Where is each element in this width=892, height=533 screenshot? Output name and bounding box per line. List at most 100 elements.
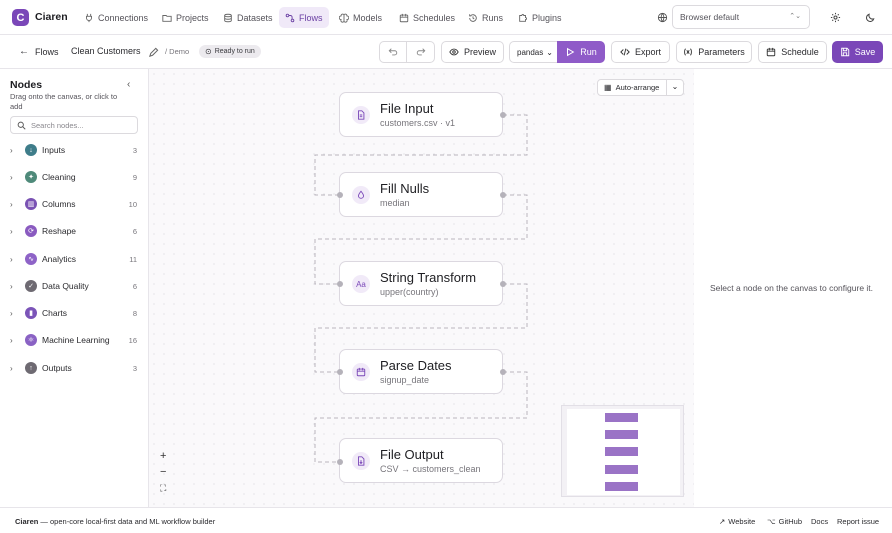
schedule-button[interactable]: Schedule [758, 41, 827, 63]
chevron-down-icon: ⌄ [546, 47, 553, 57]
undo-icon [388, 48, 398, 56]
node-search-input[interactable]: Search nodes... [10, 116, 138, 134]
output-port[interactable] [500, 112, 506, 118]
analytics-icon: ∿ [25, 253, 37, 265]
footer-link-report-issue[interactable]: Report issue [837, 517, 879, 526]
category-label: Machine Learning [42, 335, 110, 345]
text-case-icon: Aa [352, 275, 370, 293]
output-port[interactable] [500, 192, 506, 198]
node-subtitle: signup_date [380, 375, 430, 385]
preview-button[interactable]: Preview [441, 41, 504, 63]
flow-node-fill-nulls[interactable]: Fill Nulls median [339, 172, 503, 217]
save-button[interactable]: Save [832, 41, 883, 63]
node-title: Parse Dates [380, 358, 452, 373]
flow-node-file-output[interactable]: File Output CSV → customers_clean [339, 438, 503, 483]
back-label: Flows [35, 46, 59, 57]
minimap-node [605, 465, 638, 474]
nav-projects[interactable]: Projects [156, 7, 215, 28]
category-count: 6 [132, 281, 137, 291]
preview-label: Preview [463, 47, 496, 57]
nav-runs[interactable]: Runs [462, 7, 509, 28]
engine-select[interactable]: pandas ⌄ [509, 41, 558, 63]
input-port[interactable] [337, 459, 343, 465]
category-count: 11 [129, 254, 137, 264]
pencil-icon[interactable] [146, 45, 160, 59]
nav-plugins[interactable]: Plugins [512, 7, 568, 28]
footer-tagline: — open-core local-first data and ML work… [38, 517, 216, 526]
node-subtitle: upper(country) [380, 287, 439, 297]
flow-node-parse-dates[interactable]: Parse Dates signup_date [339, 349, 503, 394]
variable-icon [684, 48, 693, 56]
calendar-icon [399, 13, 409, 22]
sidebar-item-reshape[interactable]: › ⟳ Reshape 6 [10, 223, 140, 239]
category-count: 8 [132, 308, 137, 318]
nav-connections[interactable]: Connections [78, 7, 154, 28]
category-count: 3 [132, 145, 137, 155]
nav-models[interactable]: Models [333, 7, 388, 28]
cleaning-icon: ✦ [25, 171, 37, 183]
input-port[interactable] [337, 281, 343, 287]
plug-icon [86, 13, 92, 22]
footer-link-docs[interactable]: Docs [811, 517, 828, 526]
flow-node-string-transform[interactable]: Aa String Transform upper(country) [339, 261, 503, 306]
parameters-button[interactable]: Parameters [676, 41, 752, 63]
run-button[interactable]: Run [557, 41, 605, 63]
gear-icon[interactable] [828, 10, 842, 24]
sidebar-item-outputs[interactable]: › ↑ Outputs 3 [10, 360, 140, 376]
zoom-in-button[interactable]: + [160, 450, 166, 462]
code-icon [620, 48, 630, 56]
back-to-flows-link[interactable]: ← Flows [19, 46, 59, 57]
category-count: 16 [128, 335, 137, 345]
bar-chart-icon: ▮ [25, 307, 37, 319]
sidebar-item-analytics[interactable]: › ∿ Analytics 11 [10, 251, 140, 267]
input-port[interactable] [337, 369, 343, 375]
zoom-out-button[interactable]: − [160, 466, 166, 478]
node-subtitle: CSV → customers_clean [380, 464, 481, 474]
fit-view-button[interactable]: ⛶ [160, 483, 166, 494]
app-logo[interactable]: C [12, 9, 29, 26]
canvas-minimap[interactable] [561, 405, 684, 497]
output-port[interactable] [500, 281, 506, 287]
flow-node-file-input[interactable]: File Input customers.csv · v1 [339, 92, 503, 137]
nav-flows[interactable]: Flows [279, 7, 329, 28]
input-port[interactable] [337, 192, 343, 198]
app-name[interactable]: Ciaren [35, 11, 68, 23]
inputs-icon: ↓ [25, 144, 37, 156]
output-port[interactable] [500, 369, 506, 375]
browser-select[interactable]: Browser default ⌃⌄ [672, 5, 810, 29]
export-button[interactable]: Export [611, 41, 670, 63]
sidebar-item-data-quality[interactable]: › ✓ Data Quality 6 [10, 278, 140, 294]
file-icon [352, 106, 370, 124]
project-breadcrumb[interactable]: / Demo [165, 47, 189, 56]
minimap-node [605, 482, 638, 491]
chevron-left-icon[interactable]: ‹ [127, 79, 130, 90]
nav-label: Runs [482, 12, 504, 23]
footer-link-website[interactable]: ↗ Website [719, 517, 755, 526]
puzzle-icon [519, 13, 527, 22]
chevron-right-icon: › [10, 281, 13, 291]
sidebar-item-columns[interactable]: › ▥ Columns 10 [10, 196, 140, 212]
eye-icon [449, 48, 459, 56]
auto-arrange-button[interactable]: ▦ Auto-arrange ⌄ [597, 79, 684, 96]
category-count: 10 [128, 199, 137, 209]
node-subtitle: median [380, 198, 410, 208]
check-circle-icon: ⊙ [205, 47, 212, 56]
footer-link-github[interactable]: ⌥ GitHub [767, 517, 802, 526]
moon-icon[interactable] [863, 10, 877, 24]
undo-button[interactable] [379, 41, 407, 63]
play-icon [567, 47, 575, 57]
nav-label: Datasets [237, 12, 273, 23]
chevron-right-icon: › [10, 335, 13, 345]
sidebar-item-inputs[interactable]: › ↓ Inputs 3 [10, 142, 140, 158]
flow-icon [285, 13, 295, 22]
sidebar-item-charts[interactable]: › ▮ Charts 8 [10, 305, 140, 321]
nav-datasets[interactable]: Datasets [217, 7, 279, 28]
redo-button[interactable] [406, 41, 435, 63]
folder-icon [162, 14, 172, 22]
sidebar-item-machine-learning[interactable]: › ⚛ Machine Learning 16 [10, 332, 140, 348]
sidebar-item-cleaning[interactable]: › ✦ Cleaning 9 [10, 169, 140, 185]
chevron-right-icon: › [10, 199, 13, 209]
chevron-down-icon[interactable]: ⌄ [666, 80, 683, 95]
nav-schedules[interactable]: Schedules [393, 7, 461, 28]
machine-learning-icon: ⚛ [25, 334, 37, 346]
